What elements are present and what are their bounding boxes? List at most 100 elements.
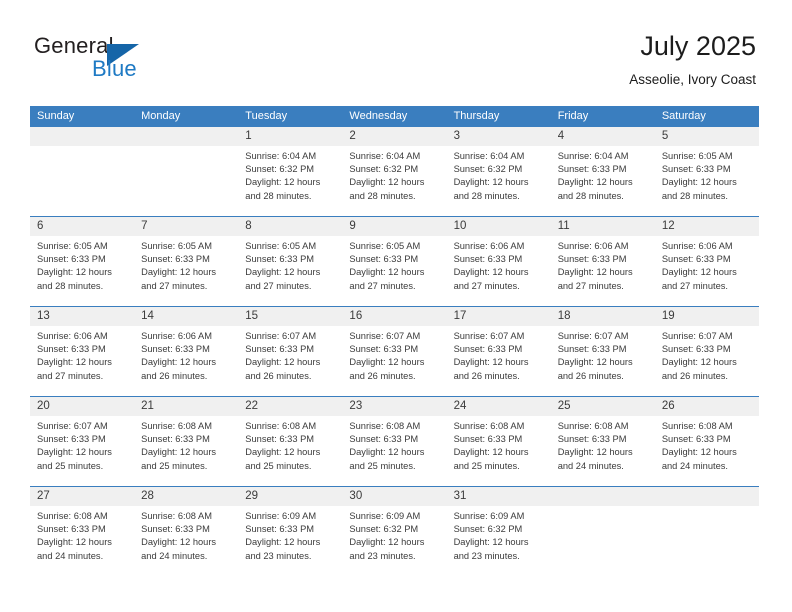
day-cell[interactable]: Sunrise: 6:06 AM Sunset: 6:33 PM Daylight:… bbox=[655, 236, 759, 306]
day-cell[interactable]: Sunrise: 6:05 AM Sunset: 6:33 PM Daylight:… bbox=[30, 236, 134, 306]
day-number[interactable]: 10 bbox=[447, 217, 551, 236]
daylight-text: Daylight: 12 hours and 24 minutes. bbox=[557, 447, 633, 471]
day-cell[interactable]: Sunrise: 6:05 AM Sunset: 6:33 PM Daylight:… bbox=[342, 236, 446, 306]
day-number[interactable]: 19 bbox=[655, 307, 759, 326]
sunset-text: Sunset: 6:33 PM bbox=[557, 344, 627, 355]
day-number[interactable]: 15 bbox=[238, 307, 342, 326]
day-number[interactable]: 20 bbox=[30, 397, 134, 416]
title-block: July 2025 Asseolie, Ivory Coast bbox=[629, 30, 756, 88]
week-detail-strip: Sunrise: 6:08 AM Sunset: 6:33 PM Daylight:… bbox=[30, 506, 759, 576]
day-cell[interactable]: Sunrise: 6:08 AM Sunset: 6:33 PM Daylight:… bbox=[655, 416, 759, 486]
day-cell[interactable]: Sunrise: 6:04 AM Sunset: 6:32 PM Daylight:… bbox=[238, 146, 342, 216]
sunset-text: Sunset: 6:33 PM bbox=[557, 254, 627, 265]
day-number[interactable]: 27 bbox=[30, 487, 134, 506]
day-number[interactable]: 9 bbox=[342, 217, 446, 236]
day-number[interactable]: 1 bbox=[238, 127, 342, 146]
day-cell[interactable]: Sunrise: 6:06 AM Sunset: 6:33 PM Daylight:… bbox=[551, 236, 655, 306]
day-cell[interactable]: Sunrise: 6:07 AM Sunset: 6:33 PM Daylight:… bbox=[447, 326, 551, 396]
page-header: General Blue July 2025 Asseolie, Ivory C… bbox=[0, 0, 792, 100]
day-cell[interactable]: Sunrise: 6:09 AM Sunset: 6:32 PM Daylight:… bbox=[447, 506, 551, 576]
day-cell[interactable]: Sunrise: 6:08 AM Sunset: 6:33 PM Daylight:… bbox=[551, 416, 655, 486]
day-number[interactable]: 17 bbox=[447, 307, 551, 326]
week-detail-strip: Sunrise: 6:07 AM Sunset: 6:33 PM Daylight:… bbox=[30, 416, 759, 486]
day-cell[interactable]: Sunrise: 6:06 AM Sunset: 6:33 PM Daylight:… bbox=[134, 326, 238, 396]
day-cell[interactable]: Sunrise: 6:04 AM Sunset: 6:32 PM Daylight:… bbox=[342, 146, 446, 216]
day-cell[interactable]: Sunrise: 6:07 AM Sunset: 6:33 PM Daylight:… bbox=[551, 326, 655, 396]
day-cell[interactable]: Sunrise: 6:09 AM Sunset: 6:33 PM Daylight:… bbox=[238, 506, 342, 576]
weekday-header-tuesday: Tuesday bbox=[245, 110, 288, 122]
weekday-header-saturday: Saturday bbox=[661, 110, 706, 122]
day-number[interactable]: 12 bbox=[655, 217, 759, 236]
daylight-text: Daylight: 12 hours and 25 minutes. bbox=[245, 447, 321, 471]
day-cell[interactable]: Sunrise: 6:05 AM Sunset: 6:33 PM Daylight:… bbox=[134, 236, 238, 306]
week-daynumber-strip: 27 28 29 30 31 bbox=[30, 487, 759, 506]
day-cell[interactable]: Sunrise: 6:09 AM Sunset: 6:32 PM Daylight:… bbox=[342, 506, 446, 576]
sunset-text: Sunset: 6:33 PM bbox=[349, 254, 419, 265]
day-cell[interactable]: Sunrise: 6:05 AM Sunset: 6:33 PM Daylight:… bbox=[655, 146, 759, 216]
day-cell[interactable]: Sunrise: 6:07 AM Sunset: 6:33 PM Daylight:… bbox=[30, 416, 134, 486]
day-number[interactable]: 25 bbox=[551, 397, 655, 416]
day-number[interactable]: 18 bbox=[551, 307, 655, 326]
day-cell[interactable]: Sunrise: 6:08 AM Sunset: 6:33 PM Daylight:… bbox=[134, 416, 238, 486]
day-number[interactable]: 22 bbox=[238, 397, 342, 416]
sunset-text: Sunset: 6:33 PM bbox=[37, 524, 106, 535]
weekday-header-thursday: Thursday bbox=[453, 110, 500, 122]
week-detail-strip: Sunrise: 6:06 AM Sunset: 6:33 PM Daylight:… bbox=[30, 326, 759, 396]
sunset-text: Sunset: 6:33 PM bbox=[453, 254, 523, 265]
day-number[interactable]: 5 bbox=[655, 127, 759, 146]
week-daynumber-strip: 6 7 8 9 10 11 12 bbox=[30, 217, 759, 236]
day-number[interactable]: 16 bbox=[342, 307, 446, 326]
day-number[interactable]: 3 bbox=[447, 127, 551, 146]
daylight-text: Daylight: 12 hours and 25 minutes. bbox=[453, 447, 529, 471]
day-number[interactable]: 23 bbox=[342, 397, 446, 416]
sunset-text: Sunset: 6:33 PM bbox=[453, 434, 523, 445]
daylight-text: Daylight: 12 hours and 26 minutes. bbox=[141, 357, 217, 381]
day-number[interactable]: 14 bbox=[134, 307, 238, 326]
day-number[interactable]: 30 bbox=[342, 487, 446, 506]
daylight-text: Daylight: 12 hours and 28 minutes. bbox=[245, 177, 321, 201]
sunrise-text: Sunrise: 6:07 AM bbox=[557, 331, 629, 341]
day-cell[interactable]: Sunrise: 6:05 AM Sunset: 6:33 PM Daylight:… bbox=[238, 236, 342, 306]
sunrise-text: Sunrise: 6:05 AM bbox=[37, 241, 108, 251]
day-cell[interactable]: Sunrise: 6:08 AM Sunset: 6:33 PM Daylight:… bbox=[134, 506, 238, 576]
day-cell[interactable]: Sunrise: 6:07 AM Sunset: 6:33 PM Daylight:… bbox=[342, 326, 446, 396]
daylight-text: Daylight: 12 hours and 24 minutes. bbox=[37, 537, 112, 561]
day-number[interactable]: 28 bbox=[134, 487, 238, 506]
day-number[interactable]: 21 bbox=[134, 397, 238, 416]
daylight-text: Daylight: 12 hours and 28 minutes. bbox=[453, 177, 529, 201]
day-cell[interactable]: Sunrise: 6:04 AM Sunset: 6:33 PM Daylight:… bbox=[551, 146, 655, 216]
day-number[interactable]: 8 bbox=[238, 217, 342, 236]
day-number[interactable]: 7 bbox=[134, 217, 238, 236]
day-cell[interactable]: Sunrise: 6:04 AM Sunset: 6:32 PM Daylight:… bbox=[447, 146, 551, 216]
day-cell[interactable]: Sunrise: 6:08 AM Sunset: 6:33 PM Daylight:… bbox=[238, 416, 342, 486]
general-blue-logo[interactable]: General Blue bbox=[34, 34, 234, 86]
sunrise-text: Sunrise: 6:04 AM bbox=[245, 151, 317, 161]
day-number[interactable]: 29 bbox=[238, 487, 342, 506]
day-cell[interactable]: Sunrise: 6:06 AM Sunset: 6:33 PM Daylight:… bbox=[30, 326, 134, 396]
day-cell[interactable]: Sunrise: 6:08 AM Sunset: 6:33 PM Daylight:… bbox=[447, 416, 551, 486]
day-cell[interactable]: Sunrise: 6:06 AM Sunset: 6:33 PM Daylight:… bbox=[447, 236, 551, 306]
day-number[interactable]: 24 bbox=[447, 397, 551, 416]
day-number[interactable]: 11 bbox=[551, 217, 655, 236]
sunrise-text: Sunrise: 6:08 AM bbox=[557, 421, 629, 431]
day-number[interactable]: 2 bbox=[342, 127, 446, 146]
day-cell[interactable]: Sunrise: 6:08 AM Sunset: 6:33 PM Daylight:… bbox=[30, 506, 134, 576]
calendar-week-row: 20 21 22 23 24 25 26 Sunrise: 6:07 AM Sunset: 6:… bbox=[30, 396, 759, 486]
day-number[interactable]: 31 bbox=[447, 487, 551, 506]
daylight-text: Daylight: 12 hours and 26 minutes. bbox=[453, 357, 529, 381]
sunrise-text: Sunrise: 6:09 AM bbox=[245, 511, 317, 521]
day-cell[interactable]: Sunrise: 6:07 AM Sunset: 6:33 PM Daylight:… bbox=[655, 326, 759, 396]
calendar-table: Sunday Monday Tuesday Wednesday Thursday Frid… bbox=[30, 106, 759, 576]
day-cell[interactable]: Sunrise: 6:08 AM Sunset: 6:33 PM Daylight:… bbox=[342, 416, 446, 486]
day-number[interactable]: 13 bbox=[30, 307, 134, 326]
sunset-text: Sunset: 6:33 PM bbox=[661, 434, 731, 445]
day-number[interactable]: 4 bbox=[551, 127, 655, 146]
sunset-text: Sunset: 6:33 PM bbox=[245, 524, 315, 535]
day-cell[interactable]: Sunrise: 6:07 AM Sunset: 6:33 PM Daylight:… bbox=[238, 326, 342, 396]
day-number[interactable]: 26 bbox=[655, 397, 759, 416]
daylight-text: Daylight: 12 hours and 27 minutes. bbox=[349, 267, 425, 291]
sunset-text: Sunset: 6:33 PM bbox=[557, 434, 627, 445]
daylight-text: Daylight: 12 hours and 27 minutes. bbox=[141, 267, 217, 291]
sunset-text: Sunset: 6:33 PM bbox=[37, 254, 106, 265]
day-number[interactable]: 6 bbox=[30, 217, 134, 236]
